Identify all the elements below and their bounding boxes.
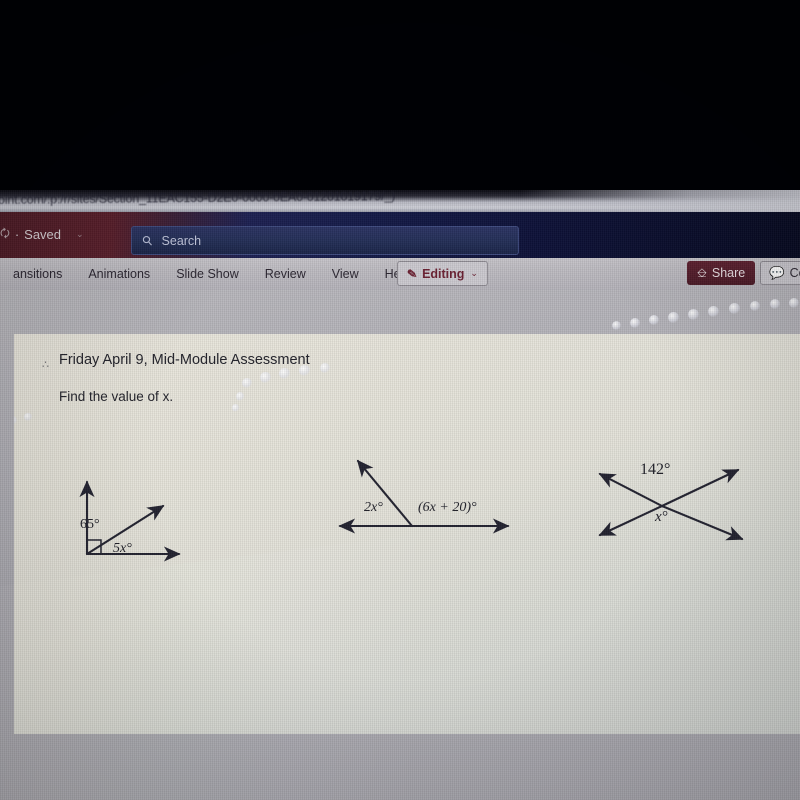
chevron-down-icon: ⌄ [470, 268, 478, 278]
screen-glare-dot [789, 298, 799, 308]
angle-label-65: 65° [80, 517, 100, 532]
monitor-bezel [0, 0, 800, 192]
search-input[interactable]: ⚲ Search [131, 226, 519, 255]
screen-glare-dot [708, 306, 719, 317]
linear-pair-svg [338, 459, 510, 534]
bullet-marker: ∴ [42, 359, 49, 371]
share-label: Share [711, 266, 746, 280]
address-bar-glare [520, 190, 800, 212]
screen-glare-dot [14, 416, 17, 425]
linear-pair-figure: 2x° (6x + 20)° [324, 449, 524, 544]
monitor-photo: oint.com/:p:/r/sites/Section_11EAC155-D2… [0, 0, 800, 800]
screen-glare-dot [649, 315, 659, 325]
share-icon: ⎒ [697, 265, 707, 280]
comments-button[interactable]: 💬 Cor [760, 261, 800, 285]
screen-glare-dot [320, 363, 330, 373]
ribbon-tab-bar: ansitions Animations Slide Show Review V… [0, 258, 800, 290]
slide-title[interactable]: Friday April 9, Mid-Module Assessment [59, 352, 310, 368]
comments-label: Cor [789, 266, 800, 280]
share-button[interactable]: ⎒ Share [687, 261, 756, 285]
complementary-angles-figure: 65° 5x° [66, 464, 206, 574]
vertical-angles-figure: 142° x° [584, 459, 764, 549]
ribbon-tabs: ansitions Animations Slide Show Review V… [0, 258, 423, 290]
screen-glare-dot [232, 404, 239, 412]
screen-glare-dot [729, 303, 740, 314]
editing-mode-button[interactable]: ✎ Editing ⌄ [397, 261, 488, 286]
angle-label-142: 142° [640, 461, 671, 478]
tab-view[interactable]: View [319, 258, 372, 290]
screen-glare-dot [24, 413, 32, 421]
angle-label-5x: 5x° [113, 541, 132, 556]
tab-review[interactable]: Review [252, 258, 319, 290]
browser-address-bar[interactable]: oint.com/:p:/r/sites/Section_11EAC155-D2… [0, 190, 800, 212]
save-status-group[interactable]: 🗘 · Saved ⌄ [0, 225, 84, 244]
screen-glare-dot [236, 392, 244, 401]
search-icon: ⚲ [138, 231, 156, 249]
screen-glare-dot [260, 372, 271, 383]
angle-label-6x-plus-20: (6x + 20)° [418, 500, 477, 515]
address-bar-url: oint.com/:p:/r/sites/Section_11EAC155-D2… [0, 190, 396, 207]
chevron-down-icon[interactable]: ⌄ [76, 229, 84, 240]
screen-glare-dot [630, 318, 640, 328]
comment-icon: 💬 [769, 265, 785, 280]
screen-glare-dot [612, 321, 621, 330]
tab-animations[interactable]: Animations [75, 258, 163, 290]
tab-slide-show[interactable]: Slide Show [163, 258, 252, 290]
angle-label-2x: 2x° [364, 500, 383, 515]
screen-glare-dot [242, 378, 252, 388]
autosave-icon: 🗘 [0, 228, 10, 240]
pencil-icon: ✎ [406, 266, 418, 281]
slide-instruction[interactable]: Find the value of x. [59, 389, 173, 404]
save-status-label: Saved [24, 227, 62, 242]
tab-transitions[interactable]: ansitions [0, 258, 75, 290]
screen-glare-dot [279, 368, 290, 379]
screen-glare-dot [750, 301, 760, 311]
screen-glare-dot [770, 299, 780, 309]
screen-glare-dot [668, 312, 679, 323]
save-separator: · [14, 227, 20, 242]
slide-canvas[interactable]: ∴ Friday April 9, Mid-Module Assessment … [14, 334, 800, 734]
slide-workspace: ∴ Friday April 9, Mid-Module Assessment … [0, 290, 800, 800]
editing-mode-label: Editing [422, 266, 465, 281]
vertical-angles-svg [598, 468, 744, 541]
screen-glare-dot [688, 309, 699, 320]
angle-label-x: x° [655, 509, 668, 525]
search-placeholder: Search [161, 233, 202, 248]
